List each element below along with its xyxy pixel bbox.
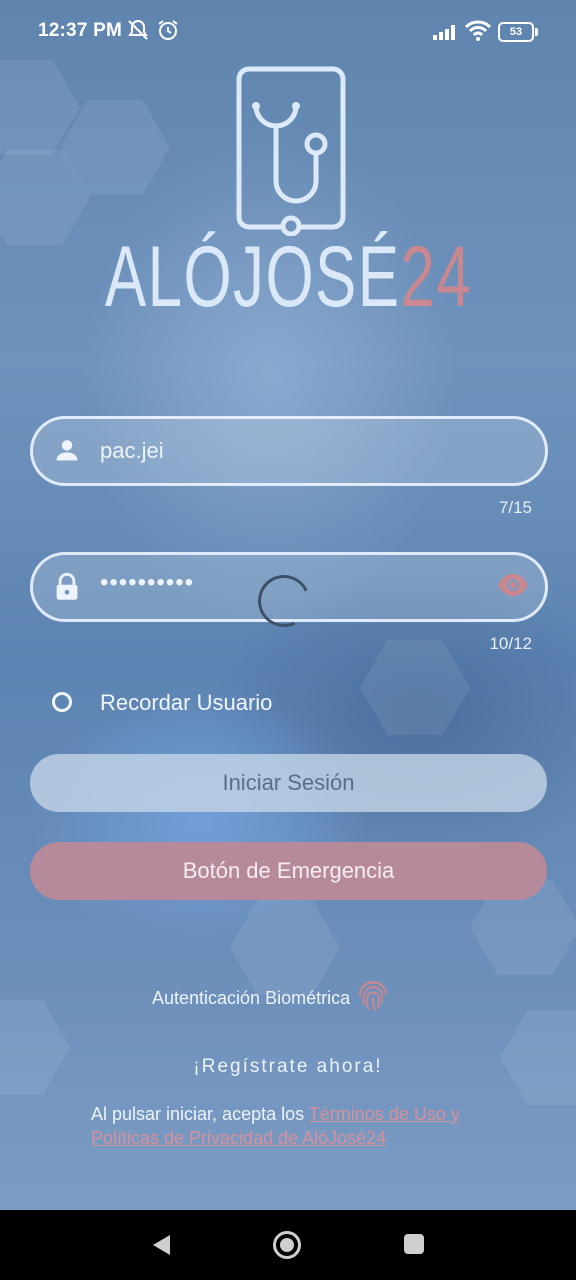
wifi-icon bbox=[464, 19, 492, 47]
background-hex bbox=[360, 640, 470, 735]
brand-number: 24 bbox=[400, 229, 473, 325]
recents-icon[interactable] bbox=[402, 1232, 426, 1261]
fingerprint-icon[interactable] bbox=[356, 978, 390, 1019]
back-icon[interactable] bbox=[148, 1232, 174, 1263]
signal-icon bbox=[432, 22, 460, 46]
background-hex bbox=[0, 1000, 70, 1095]
alarm-icon bbox=[156, 18, 180, 48]
brand-title: ALÓJOSÉ24 bbox=[81, 228, 496, 327]
brand-name: ALÓJOSÉ bbox=[104, 229, 401, 325]
terms-notice: Al pulsar iniciar, acepta los Términos d… bbox=[91, 1102, 511, 1150]
status-bar: 12:37 PM 53 bbox=[0, 0, 576, 62]
mute-icon bbox=[126, 18, 150, 48]
password-input[interactable]: •••••••••• bbox=[100, 569, 194, 597]
status-time: 12:37 PM bbox=[38, 20, 122, 41]
user-icon bbox=[53, 436, 81, 469]
stethoscope-phone-icon bbox=[236, 66, 346, 241]
remember-label: Recordar Usuario bbox=[100, 690, 273, 715]
eye-icon[interactable] bbox=[497, 573, 529, 602]
biometric-label: Autenticación Biométrica bbox=[152, 988, 351, 1008]
biometric-auth-link[interactable]: Autenticación Biométrica bbox=[152, 978, 390, 1019]
remember-radio[interactable] bbox=[52, 692, 72, 712]
home-icon[interactable] bbox=[272, 1230, 302, 1265]
battery-icon: 53 bbox=[498, 22, 538, 42]
lock-icon bbox=[53, 572, 81, 607]
login-button[interactable]: Iniciar Sesión bbox=[30, 754, 547, 812]
username-counter: 7/15 bbox=[498, 498, 532, 517]
terms-prefix: Al pulsar iniciar, acepta los bbox=[91, 1104, 309, 1124]
password-counter: 10/12 bbox=[489, 634, 532, 653]
emergency-button[interactable]: Botón de Emergencia bbox=[30, 842, 547, 900]
register-link[interactable]: ¡Regístrate ahora! bbox=[0, 1056, 576, 1078]
navigation-bar bbox=[0, 1210, 576, 1280]
login-screen: 12:37 PM 53 ALÓJOSÉ24 pac.jei 7/15 •••••… bbox=[0, 0, 576, 1210]
username-input[interactable]: pac.jei bbox=[100, 438, 164, 464]
username-field[interactable]: pac.jei bbox=[30, 416, 548, 486]
